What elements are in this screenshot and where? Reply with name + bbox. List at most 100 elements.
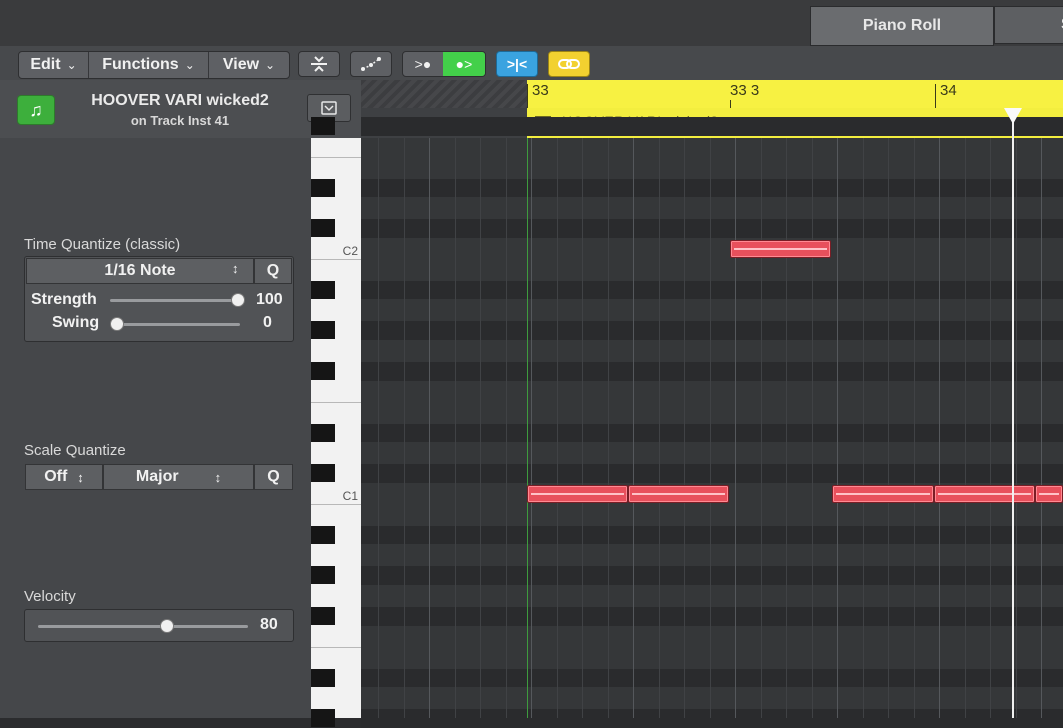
time-quantize-select[interactable]: 1/16 Note xyxy=(26,258,254,284)
collapse-icon xyxy=(311,56,327,72)
grid-lane-dark xyxy=(361,566,1063,585)
link-button[interactable] xyxy=(548,51,590,77)
chevron-down-icon: ⌄ xyxy=(184,58,195,72)
grid-beat-line xyxy=(786,138,787,718)
tab-next[interactable]: S xyxy=(994,6,1063,44)
bar-marker xyxy=(935,84,936,108)
black-key[interactable] xyxy=(311,117,335,136)
region-title: HOOVER VARI wicked2 xyxy=(91,92,269,109)
scale-type-value: Major xyxy=(135,468,179,485)
black-key[interactable] xyxy=(311,464,335,483)
grid-beat-line xyxy=(429,138,430,718)
key-divider xyxy=(311,259,361,261)
midi-out-icon: ●> xyxy=(443,52,485,76)
black-key[interactable] xyxy=(311,607,335,626)
strength-label: Strength xyxy=(31,291,97,308)
playhead-handle-icon[interactable] xyxy=(1004,108,1022,124)
grid-beat-line xyxy=(863,138,864,718)
scale-type-select[interactable]: Major ↕ xyxy=(103,464,254,490)
grid-lane-dark xyxy=(361,423,1063,442)
midi-in-toggle[interactable]: >● ●> xyxy=(402,51,486,77)
time-quantize-title: Time Quantize (classic) xyxy=(24,236,181,253)
strength-knob[interactable] xyxy=(231,293,245,307)
time-quantize-q-label: Q xyxy=(266,262,280,279)
bar-number-33: 33 xyxy=(532,82,549,99)
track-subtitle: on Track Inst 41 xyxy=(130,113,230,128)
view-menu-label: View xyxy=(222,56,260,73)
functions-menu-label: Functions xyxy=(102,56,179,73)
chevron-down-icon: ⌄ xyxy=(265,58,276,72)
midi-note[interactable] xyxy=(934,485,1035,503)
black-key[interactable] xyxy=(311,668,335,687)
scale-root-select[interactable]: Off ↕ xyxy=(25,464,103,490)
catch-icon: >|< xyxy=(506,56,528,72)
functions-menu[interactable]: Functions ⌄ xyxy=(89,52,209,78)
grid-beat-line xyxy=(404,138,405,718)
grid-lane-dark xyxy=(361,117,1063,136)
key-label-c1: C1 xyxy=(342,489,358,503)
automation-button[interactable] xyxy=(350,51,392,77)
updown-icon: ↕ xyxy=(214,469,222,485)
velocity-slider[interactable] xyxy=(38,625,248,628)
grid-beat-line xyxy=(659,138,660,718)
midi-note[interactable] xyxy=(527,485,628,503)
playhead[interactable] xyxy=(1012,108,1014,718)
black-key[interactable] xyxy=(311,219,335,238)
grid-beat-line xyxy=(480,138,481,718)
grid-beat-line xyxy=(939,138,940,718)
swing-knob[interactable] xyxy=(110,317,124,331)
grid-lane-dark xyxy=(361,709,1063,728)
midi-note[interactable] xyxy=(730,240,831,258)
beat-marker xyxy=(730,100,731,108)
midi-note[interactable] xyxy=(1035,485,1063,503)
black-key[interactable] xyxy=(311,321,335,340)
grid-beat-line xyxy=(990,138,991,718)
tab-piano-roll[interactable]: Piano Roll xyxy=(810,6,994,46)
time-quantize-q-button[interactable]: Q xyxy=(254,258,292,284)
strength-slider[interactable] xyxy=(110,299,240,302)
grid-beat-line xyxy=(1041,138,1042,718)
black-key[interactable] xyxy=(311,709,335,728)
view-menu[interactable]: View ⌄ xyxy=(209,52,289,78)
scale-quantize-q-button[interactable]: Q xyxy=(254,464,293,490)
velocity-knob[interactable] xyxy=(160,619,174,633)
grid-beat-line xyxy=(1016,138,1017,718)
grid-lane-dark xyxy=(361,321,1063,340)
black-key[interactable] xyxy=(311,525,335,544)
grid-beat-line xyxy=(735,138,736,718)
swing-label: Swing xyxy=(52,314,100,331)
grid-beat-line xyxy=(914,138,915,718)
edit-menu-label: Edit xyxy=(30,56,61,73)
grid-beat-line xyxy=(812,138,813,718)
collapse-button[interactable] xyxy=(298,51,340,77)
key-divider xyxy=(311,402,361,404)
time-quantize-value: 1/16 Note xyxy=(104,262,176,279)
black-key[interactable] xyxy=(311,566,335,585)
black-key[interactable] xyxy=(311,423,335,442)
scale-quantize-title: Scale Quantize xyxy=(24,442,126,459)
swing-slider[interactable] xyxy=(115,323,240,326)
ruler-hatched-area xyxy=(361,80,527,109)
midi-note[interactable] xyxy=(832,485,934,503)
key-divider xyxy=(311,504,361,506)
black-key[interactable] xyxy=(311,280,335,299)
black-key[interactable] xyxy=(311,178,335,197)
tab-bar: Piano Roll S xyxy=(0,0,1063,47)
updown-icon: ↕ xyxy=(232,261,239,276)
strength-value: 100 xyxy=(256,291,283,308)
grid-beat-line xyxy=(557,138,558,718)
edit-menu[interactable]: Edit ⌄ xyxy=(19,52,89,78)
grid-beat-line xyxy=(506,138,507,718)
key-divider xyxy=(311,647,361,649)
midi-in-icon: >● xyxy=(414,56,432,72)
grid-beat-line xyxy=(684,138,685,718)
catch-button[interactable]: >|< xyxy=(496,51,538,77)
link-icon xyxy=(558,59,580,69)
grid-beat-line xyxy=(455,138,456,718)
bar-ruler[interactable] xyxy=(527,80,1063,109)
chevron-down-icon: ⌄ xyxy=(66,58,77,72)
dropdown-icon xyxy=(321,101,337,115)
midi-note[interactable] xyxy=(628,485,729,503)
black-key[interactable] xyxy=(311,362,335,381)
grid-lane-dark xyxy=(361,464,1063,483)
